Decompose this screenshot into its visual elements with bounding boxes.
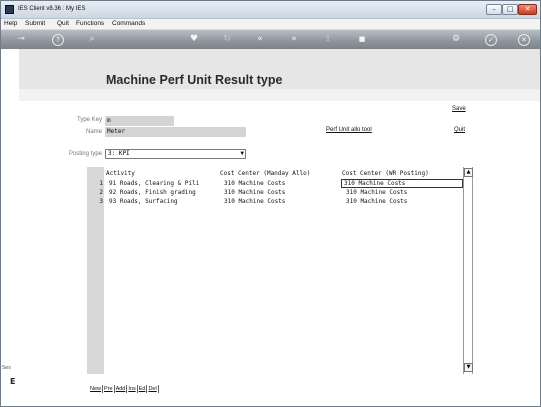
left-strip: Ses E — [1, 49, 19, 406]
row-number: 1 — [99, 180, 103, 187]
activity-grid: Activity Cost Center (Manday Allo) Cost … — [87, 167, 474, 374]
posting-type-value: 3: KPI — [108, 150, 130, 157]
delete-row-button[interactable]: Del — [147, 385, 159, 393]
scroll-up-icon[interactable]: ▲ — [464, 168, 473, 177]
cell-cc-manday[interactable]: 310 Machine Costs — [224, 180, 285, 187]
save-link[interactable]: Save — [452, 106, 466, 112]
previous-row-button[interactable]: Pre — [103, 385, 115, 393]
chevron-down-icon: ▼ — [240, 150, 244, 157]
scroll-down-icon[interactable]: ▼ — [464, 363, 473, 372]
header-cc-wr: Cost Center (WR Posting) — [342, 170, 429, 177]
name-field[interactable]: Meter — [105, 127, 246, 137]
help-icon[interactable]: ? — [52, 34, 64, 46]
cell-activity[interactable]: 93 Roads, Surfacing — [109, 198, 178, 205]
close-icon[interactable]: ✕ — [518, 34, 530, 46]
cell-activity[interactable]: 92 Roads, Finish grading — [109, 189, 196, 196]
window-title: IES Client v8.36 : My IES — [18, 6, 86, 12]
name-label: Name — [85, 129, 102, 135]
grid-action-bar: New Pre Add Ins Ed Del — [89, 375, 159, 393]
insert-row-button[interactable]: Ins — [127, 385, 138, 393]
perf-unit-allo-tool-link[interactable]: Perf Unit allo tool — [326, 127, 372, 133]
posting-type-label: Posting type — [68, 151, 102, 157]
stop-icon[interactable]: ■ — [355, 33, 369, 46]
session-mark: E — [10, 377, 16, 386]
posting-type-select[interactable]: 3: KPI ▼ — [105, 149, 246, 159]
session-tag: Ses — [2, 365, 11, 371]
refresh-icon[interactable]: ↻ — [220, 33, 234, 46]
page-title: Machine Perf Unit Result type — [106, 73, 283, 87]
menu-help[interactable]: Help — [4, 19, 17, 29]
header-cc-manday: Cost Center (Manday Allo) — [220, 170, 311, 177]
row-number: 2 — [99, 189, 103, 196]
cell-cc-wr[interactable]: 310 Machine Costs — [346, 198, 407, 205]
cell-cc-manday[interactable]: 310 Machine Costs — [224, 198, 285, 205]
menu-submit[interactable]: Submit — [25, 19, 45, 29]
type-key-field[interactable]: m — [105, 116, 174, 126]
edit-row-button[interactable]: Ed — [138, 385, 148, 393]
title-bar: IES Client v8.36 : My IES – □ ✕ — [1, 1, 540, 19]
new-row-button[interactable]: New — [89, 385, 104, 393]
minimize-button[interactable]: – — [486, 4, 502, 15]
header-activity: Activity — [106, 170, 135, 177]
upload-icon[interactable]: ⇧ — [321, 33, 335, 46]
app-window: IES Client v8.36 : My IES – □ ✕ Help Sub… — [0, 0, 541, 407]
heart-icon[interactable]: ♥ — [187, 33, 201, 46]
cell-cc-wr[interactable]: 310 Machine Costs — [346, 189, 407, 196]
row-number: 3 — [99, 198, 103, 205]
vertical-scrollbar[interactable]: ▲ ▼ — [463, 167, 473, 374]
forward-icon[interactable]: » — [287, 33, 301, 46]
type-key-label: Type Key — [76, 117, 102, 123]
menu-bar: Help Submit Quit Functions Commands — [1, 19, 540, 29]
toolbar: ⊸ ? ⌕ ♥ ↻ « » ⇧ ■ ⚙ ✓ ✕ — [1, 29, 540, 49]
back-icon[interactable]: « — [253, 33, 267, 46]
check-icon[interactable]: ✓ — [485, 34, 497, 46]
app-icon — [5, 5, 14, 14]
cell-activity[interactable]: 91 Roads, Clearing & Pili — [109, 180, 199, 187]
quit-link[interactable]: Quit — [454, 127, 465, 133]
settings-icon[interactable]: ⚙ — [449, 33, 463, 46]
key-icon[interactable]: ⊸ — [9, 33, 33, 46]
close-window-button[interactable]: ✕ — [518, 4, 537, 15]
maximize-button[interactable]: □ — [502, 4, 518, 15]
cell-cc-wr-selected[interactable]: 310 Machine Costs — [341, 179, 463, 188]
search-icon[interactable]: ⌕ — [85, 33, 99, 46]
cell-cc-manday[interactable]: 310 Machine Costs — [224, 189, 285, 196]
add-row-button[interactable]: Add — [115, 385, 128, 393]
menu-quit[interactable]: Quit — [57, 19, 69, 29]
menu-functions[interactable]: Functions — [76, 19, 104, 29]
menu-commands[interactable]: Commands — [112, 19, 145, 29]
